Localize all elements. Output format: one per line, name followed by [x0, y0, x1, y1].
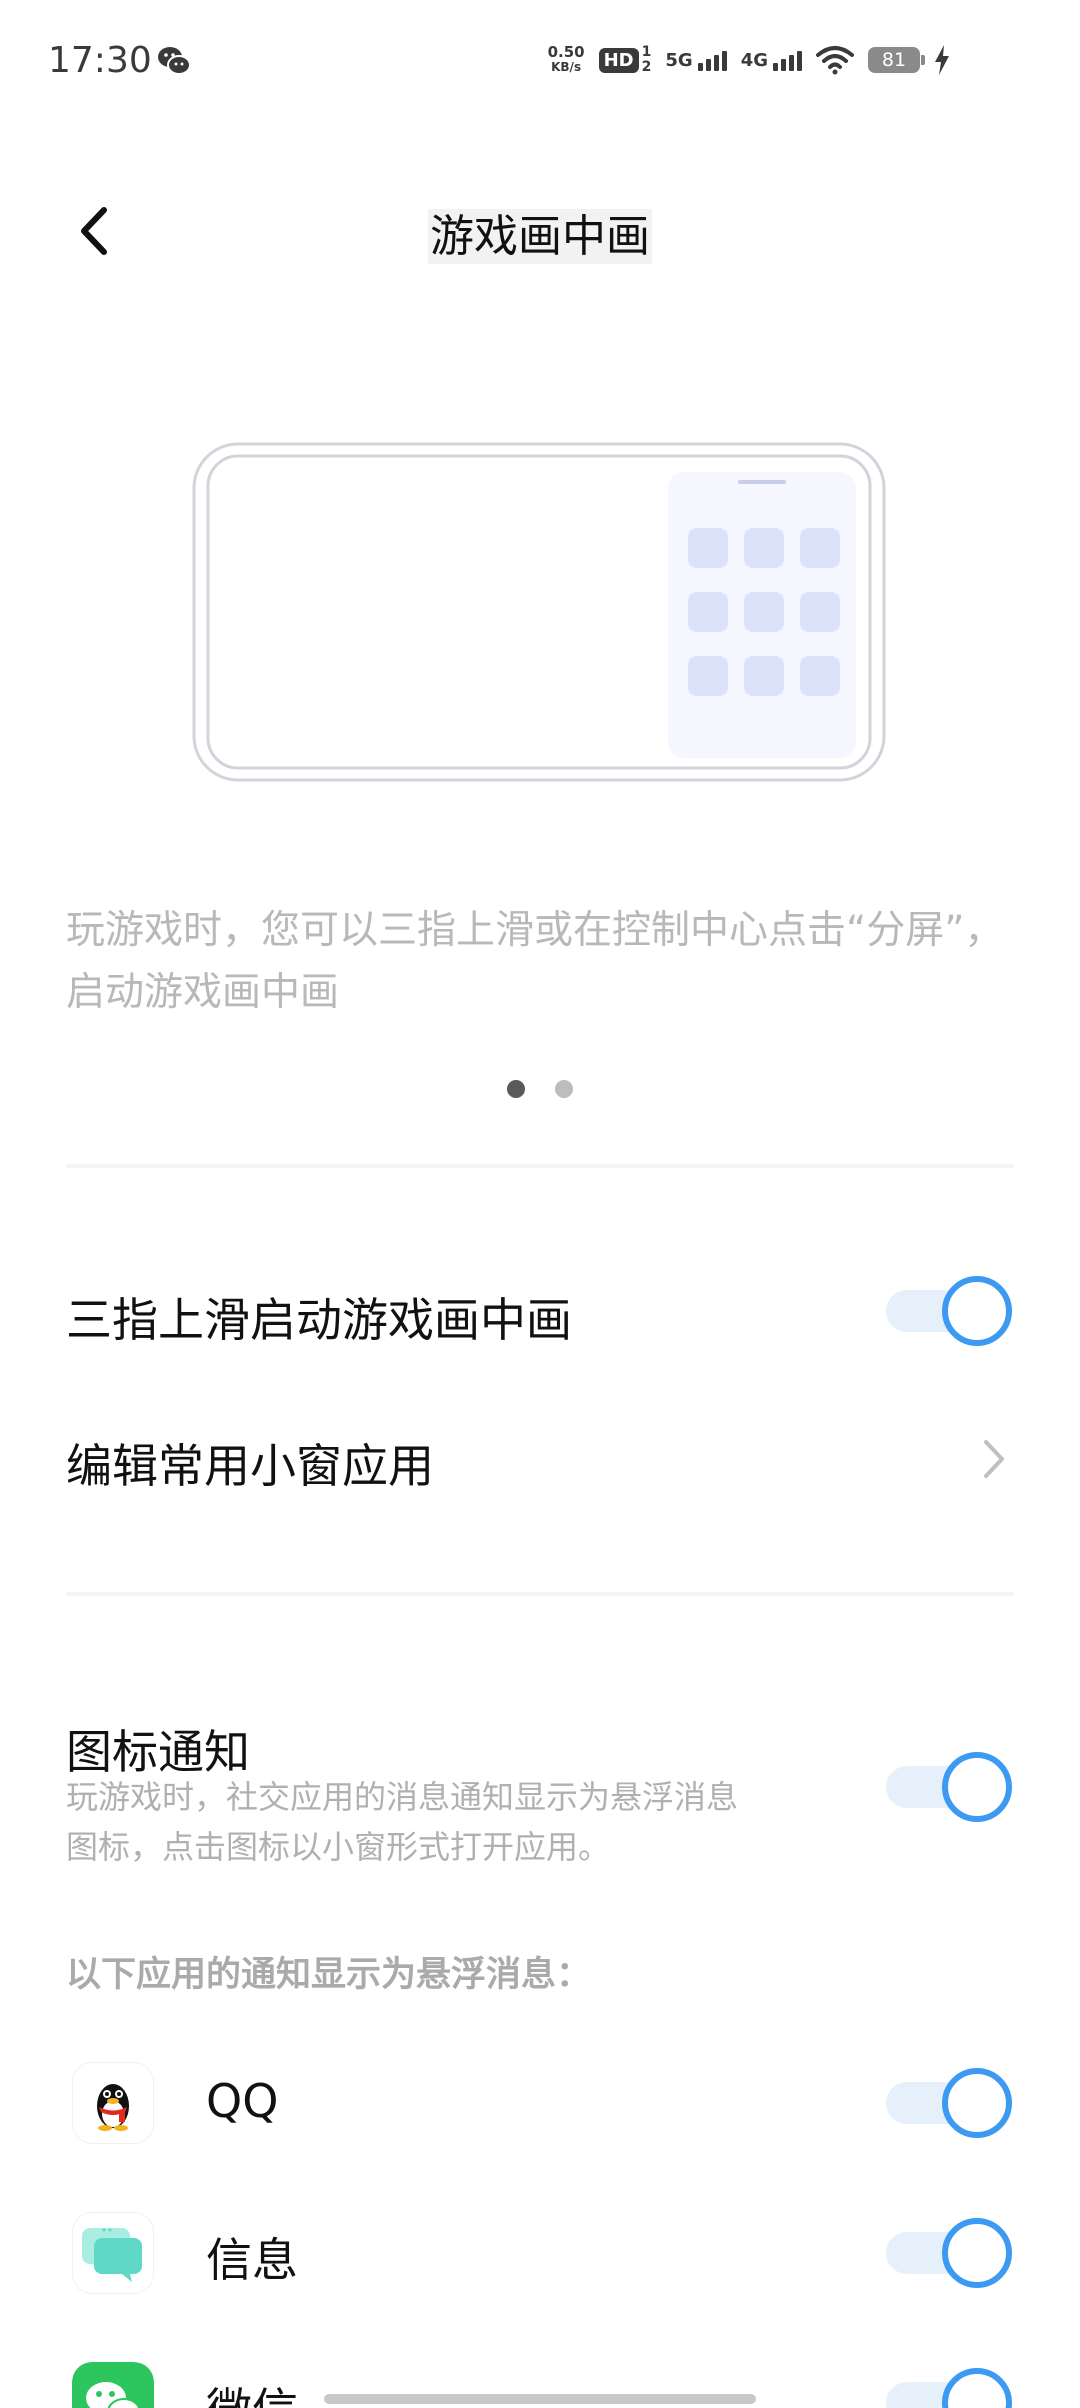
- home-indicator[interactable]: [324, 2394, 756, 2404]
- app-name: 微信: [206, 2374, 298, 2408]
- divider: [66, 1164, 1014, 1168]
- status-bar: 17:30 0.50 KB/s HD 1 2 5G 4G 81: [0, 0, 1080, 128]
- charging-icon: [935, 45, 949, 75]
- page-title-text: 游戏画中画: [428, 209, 652, 264]
- chevron-right-icon[interactable]: [980, 1436, 1010, 1482]
- net-speed-unit: KB/s: [551, 60, 582, 74]
- toggle-knob: [942, 1752, 1012, 1822]
- hd-label: HD: [598, 47, 639, 73]
- signal-4g-label: 4G: [740, 49, 768, 71]
- app-name: 信息: [206, 2233, 298, 2287]
- wechat-icon: [158, 47, 191, 75]
- page-title: 游戏画中画: [0, 200, 1080, 264]
- hd-sub-bottom: 2: [641, 59, 652, 75]
- apps-section-label: 以下应用的通知显示为悬浮消息：: [66, 1955, 592, 1995]
- app-row-qq: QQ: [0, 2054, 1080, 2154]
- toggle-knob: [942, 2218, 1012, 2288]
- page-indicator: [0, 1080, 1080, 1098]
- toggle-knob: [942, 2068, 1012, 2138]
- hd-sub-top: 1: [641, 44, 652, 60]
- icon-notify-toggle[interactable]: [886, 1752, 1012, 1822]
- signal-5g-label: 5G: [665, 49, 693, 71]
- net-speed: 0.50 KB/s: [548, 45, 585, 75]
- toggle-knob: [942, 1276, 1012, 1346]
- page-dot-active[interactable]: [507, 1080, 525, 1098]
- status-time: 17:30: [48, 40, 152, 81]
- three-finger-toggle[interactable]: [886, 1276, 1012, 1346]
- signal-5g-icon: 5G: [665, 49, 727, 71]
- three-finger-label: 三指上滑启动游戏画中画: [66, 1293, 572, 1347]
- battery-level: 81: [881, 49, 907, 71]
- hd-voice-indicator: HD 1 2: [598, 44, 652, 75]
- intro-description: 玩游戏时，您可以三指上滑或在控制中心点击“分屏”，启动游戏画中画: [66, 908, 1004, 1015]
- icon-notify-description: 玩游戏时，社交应用的消息通知显示为悬浮消息图标，点击图标以小窗形式打开应用。: [66, 1778, 739, 1866]
- qq-penguin-icon: [72, 2062, 154, 2144]
- screen: 17:30 0.50 KB/s HD 1 2 5G 4G 81 游戏画中画 玩游…: [0, 0, 1080, 2408]
- divider: [66, 1592, 1014, 1596]
- signal-4g-icon: 4G: [741, 50, 802, 71]
- battery-icon: 81: [868, 47, 925, 73]
- page-dot[interactable]: [555, 1080, 573, 1098]
- status-icons: 0.50 KB/s HD 1 2 5G 4G 81: [548, 40, 950, 80]
- wifi-icon: [816, 46, 854, 75]
- app-name: QQ: [206, 2074, 279, 2128]
- qq-toggle[interactable]: [886, 2068, 1012, 2138]
- net-speed-value: 0.50: [547, 43, 585, 61]
- messages-toggle[interactable]: [886, 2218, 1012, 2288]
- messages-icon: [72, 2212, 154, 2294]
- toggle-knob: [942, 2368, 1012, 2408]
- edit-apps-label[interactable]: 编辑常用小窗应用: [66, 1430, 434, 1496]
- wechat-icon: [72, 2362, 154, 2408]
- game-pip-illustration: [192, 442, 886, 782]
- app-row-messages: 信息: [0, 2204, 1080, 2304]
- wechat-toggle[interactable]: [886, 2368, 1012, 2408]
